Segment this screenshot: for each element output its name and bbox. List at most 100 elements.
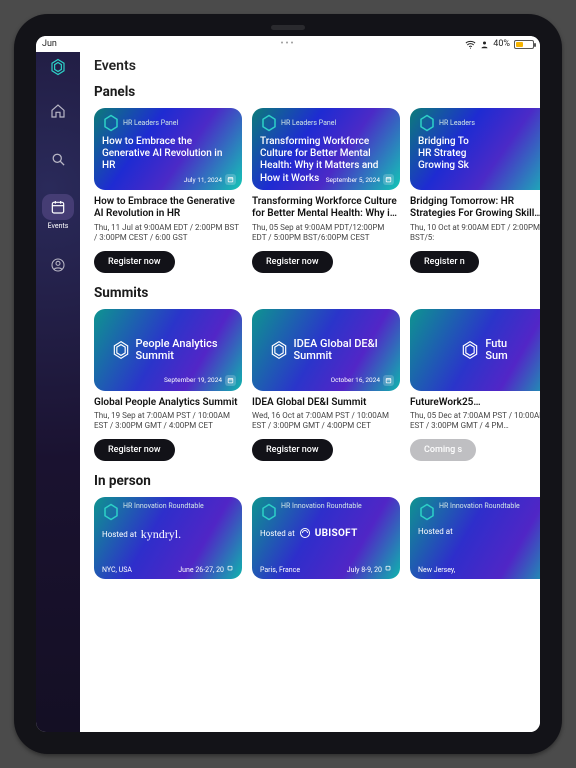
inperson-city: NYC, USA bbox=[102, 566, 132, 574]
inperson-row[interactable]: HR Innovation Roundtable Hosted at kyndr… bbox=[94, 497, 540, 579]
inperson-city: New Jersey, bbox=[418, 566, 455, 574]
hex-icon bbox=[111, 340, 131, 360]
summit-card-subtitle: Thu, 19 Sep at 7:00AM PST / 10:00AM EST … bbox=[94, 411, 242, 431]
panel-card[interactable]: HR Leaders Panel Transforming Workforce … bbox=[252, 108, 400, 273]
summit-card-hero: IDEA Global DE&I Summit October 16, 2024 bbox=[252, 309, 400, 391]
pill-indicator-icon: ••• bbox=[280, 39, 295, 49]
search-icon bbox=[51, 152, 66, 167]
sidebar-item-home[interactable] bbox=[39, 98, 77, 124]
panel-hero-date: September 5, 2024 bbox=[326, 174, 394, 185]
sidebar-item-label: Events bbox=[48, 222, 69, 230]
inperson-badge: HR Innovation Roundtable bbox=[102, 503, 234, 521]
summit-card[interactable]: IDEA Global DE&I Summit October 16, 2024… bbox=[252, 309, 400, 462]
register-button[interactable]: Register n bbox=[410, 251, 479, 273]
hosted-at: Hosted at kyndryl. bbox=[102, 527, 234, 542]
sidebar-item-events[interactable]: Events bbox=[39, 194, 77, 230]
battery-icon bbox=[514, 40, 534, 49]
summit-hero-date: October 16, 2024 bbox=[331, 375, 394, 386]
section-title-panels: Panels bbox=[94, 84, 540, 100]
brand-kyndryl: kyndryl. bbox=[141, 527, 181, 542]
panel-card-subtitle: Thu, 10 Oct at 9:00AM EDT / 2:00PM BST/5… bbox=[410, 223, 540, 243]
status-time: Jun bbox=[42, 39, 57, 49]
hex-icon bbox=[418, 114, 436, 132]
calendar-icon bbox=[385, 565, 391, 571]
sidebar-item-search[interactable] bbox=[39, 146, 77, 172]
inperson-badge: HR Innovation Roundtable bbox=[260, 503, 392, 521]
calendar-icon bbox=[385, 176, 392, 183]
calendar-icon bbox=[50, 199, 66, 215]
summit-card-hero: People Analytics Summit September 19, 20… bbox=[94, 309, 242, 391]
content-area: Events Panels HR Leaders Panel How to Em… bbox=[80, 52, 540, 732]
register-button[interactable]: Register now bbox=[252, 439, 333, 461]
section-title-inperson: In person bbox=[94, 473, 540, 489]
summit-card-subtitle: Thu, 05 Dec at 7:00AM PST / 10:00AM EST … bbox=[410, 411, 540, 431]
hosted-at: Hosted at UBISOFT bbox=[260, 527, 392, 539]
summit-card[interactable]: People Analytics Summit September 19, 20… bbox=[94, 309, 242, 462]
hex-icon bbox=[260, 114, 278, 132]
page-title: Events bbox=[94, 58, 540, 74]
sidebar-item-profile[interactable] bbox=[39, 252, 77, 278]
panel-hero-date: July 11, 2024 bbox=[184, 174, 236, 185]
inperson-card-hero: HR Innovation Roundtable Hosted at kyndr… bbox=[94, 497, 242, 579]
hex-icon bbox=[418, 503, 436, 521]
summits-row[interactable]: People Analytics Summit September 19, 20… bbox=[94, 309, 540, 462]
panel-card-hero: HR Leaders Panel How to Embrace the Gene… bbox=[94, 108, 242, 190]
register-button[interactable]: Register now bbox=[94, 439, 175, 461]
user-icon bbox=[480, 40, 489, 49]
profile-icon bbox=[50, 257, 66, 273]
panel-card-title: Bridging Tomorrow: HR Strategies For Gro… bbox=[410, 196, 540, 220]
register-button[interactable]: Register now bbox=[94, 251, 175, 273]
panel-card-title: How to Embrace the Generative AI Revolut… bbox=[94, 196, 242, 220]
summit-card-title: FutureWork25… bbox=[410, 397, 540, 409]
calendar-icon bbox=[385, 377, 392, 384]
inperson-date: July 8-9, 20 bbox=[347, 565, 394, 574]
hex-icon bbox=[102, 114, 120, 132]
app-logo-icon bbox=[49, 58, 67, 76]
inperson-date: June 26-27, 20 bbox=[178, 565, 236, 574]
summit-hero-text: People Analytics Summit bbox=[136, 338, 226, 362]
panel-card-title: Transforming Workforce Culture for Bette… bbox=[252, 196, 400, 220]
panels-row[interactable]: HR Leaders Panel How to Embrace the Gene… bbox=[94, 108, 540, 273]
tablet-frame: Jun ••• 40% bbox=[14, 14, 562, 754]
summit-card-subtitle: Wed, 16 Oct at 7:00AM PST / 10:00AM EST … bbox=[252, 411, 400, 431]
battery-pct: 40% bbox=[493, 39, 510, 49]
home-icon bbox=[50, 103, 66, 119]
hex-icon bbox=[102, 503, 120, 521]
panel-card[interactable]: HR Leaders Panel How to Embrace the Gene… bbox=[94, 108, 242, 273]
status-bar: Jun ••• 40% bbox=[36, 36, 540, 52]
summit-card-title: Global People Analytics Summit bbox=[94, 397, 242, 409]
summit-card-title: IDEA Global DE&I Summit bbox=[252, 397, 400, 409]
section-title-summits: Summits bbox=[94, 285, 540, 301]
calendar-icon bbox=[227, 565, 233, 571]
hosted-at: Hosted at bbox=[418, 527, 540, 536]
coming-soon-button: Coming s bbox=[410, 439, 476, 461]
panel-card-hero: HR Leaders Bridging To HR Strateg Growin… bbox=[410, 108, 540, 190]
inperson-city: Paris, France bbox=[260, 566, 300, 574]
hex-icon bbox=[260, 503, 278, 521]
inperson-card[interactable]: HR Innovation Roundtable Hosted at UBISO… bbox=[252, 497, 400, 579]
inperson-badge: HR Innovation Roundtable bbox=[418, 503, 540, 521]
inperson-card-hero: HR Innovation Roundtable Hosted at New J… bbox=[410, 497, 540, 579]
sidebar: Events bbox=[36, 52, 80, 732]
ubisoft-logo-icon bbox=[299, 527, 311, 539]
panel-card[interactable]: HR Leaders Bridging To HR Strateg Growin… bbox=[410, 108, 540, 273]
panel-card-subtitle: Thu, 05 Sep at 9:00AM PDT/12:00PM EDT / … bbox=[252, 223, 400, 243]
summit-card[interactable]: Futu Sum FutureWork25… Thu, 05 Dec at 7:… bbox=[410, 309, 540, 462]
panel-hero-title: Bridging To HR Strateg Growing Sk bbox=[418, 136, 540, 173]
panel-hero-title: How to Embrace the Generative AI Revolut… bbox=[102, 136, 234, 173]
register-button[interactable]: Register now bbox=[252, 251, 333, 273]
summit-card-hero: Futu Sum bbox=[410, 309, 540, 391]
panel-badge: HR Leaders Panel bbox=[260, 114, 392, 132]
hex-icon bbox=[460, 340, 480, 360]
inperson-card[interactable]: HR Innovation Roundtable Hosted at New J… bbox=[410, 497, 540, 579]
summit-hero-text: Futu Sum bbox=[485, 338, 507, 362]
panel-card-subtitle: Thu, 11 Jul at 9:00AM EDT / 2:00PM BST /… bbox=[94, 223, 242, 243]
inperson-card[interactable]: HR Innovation Roundtable Hosted at kyndr… bbox=[94, 497, 242, 579]
calendar-icon bbox=[227, 377, 234, 384]
brand-ubisoft: UBISOFT bbox=[315, 528, 358, 539]
panel-badge: HR Leaders Panel bbox=[102, 114, 234, 132]
inperson-card-hero: HR Innovation Roundtable Hosted at UBISO… bbox=[252, 497, 400, 579]
summit-hero-text: IDEA Global DE&I Summit bbox=[294, 338, 384, 362]
panel-badge: HR Leaders bbox=[418, 114, 540, 132]
tablet-camera bbox=[271, 25, 305, 30]
